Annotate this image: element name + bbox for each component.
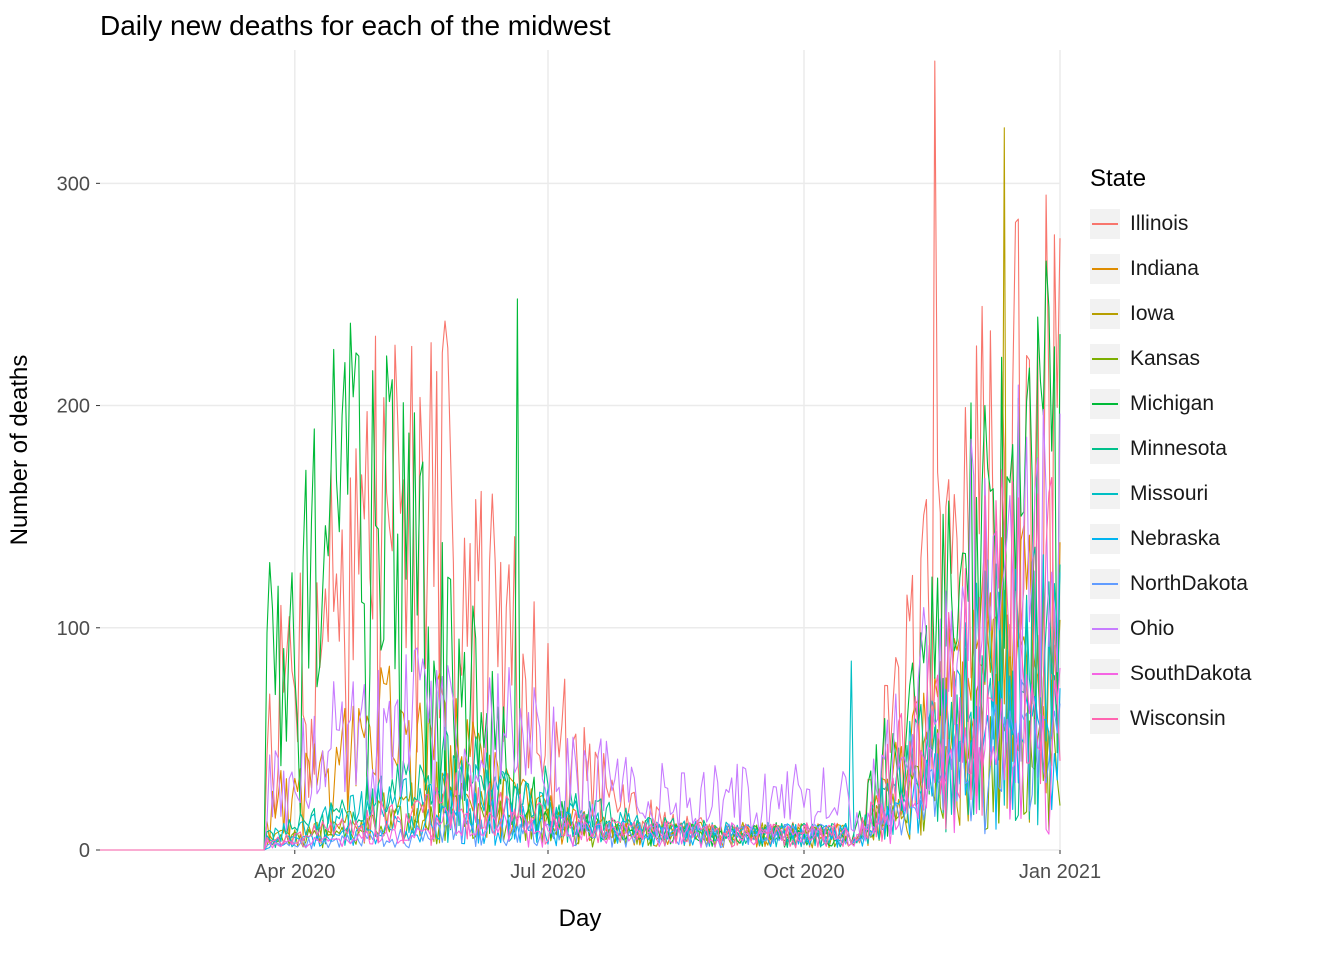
legend-key-icon — [1090, 344, 1120, 374]
legend-item-iowa: Iowa — [1090, 291, 1330, 336]
svg-text:200: 200 — [57, 396, 90, 418]
line-series-group — [100, 61, 1060, 850]
legend-label: Ohio — [1130, 617, 1174, 641]
legend-item-kansas: Kansas — [1090, 336, 1330, 381]
legend-title: State — [1090, 165, 1330, 193]
legend-key-icon — [1090, 524, 1120, 554]
legend-item-minnesota: Minnesota — [1090, 426, 1330, 471]
legend-label: Iowa — [1130, 302, 1174, 326]
series-illinois — [100, 61, 1060, 850]
legend-label: Nebraska — [1130, 527, 1220, 551]
svg-text:100: 100 — [57, 618, 90, 640]
legend-label: Kansas — [1130, 347, 1200, 371]
legend-key-icon — [1090, 254, 1120, 284]
x-axis-ticks: Apr 2020 Jul 2020 Oct 2020 Jan 2021 — [254, 850, 1101, 883]
legend-label: Minnesota — [1130, 437, 1227, 461]
legend-label: Indiana — [1130, 257, 1199, 281]
series-ohio — [100, 385, 1060, 850]
legend-item-missouri: Missouri — [1090, 471, 1330, 516]
legend-key-icon — [1090, 434, 1120, 464]
legend-items: Illinois Indiana Iowa Kansas Michigan Minneso… — [1090, 201, 1330, 741]
x-axis-label: Day — [559, 905, 602, 933]
plot-panel: 0100200300 Apr 2020Jul 2020Oct 2020Jan 2… — [100, 50, 1060, 850]
chart-container: Daily new deaths for each of the midwest… — [0, 0, 1344, 960]
series-iowa — [100, 128, 1060, 850]
legend-label: Missouri — [1130, 482, 1208, 506]
legend-key-icon — [1090, 704, 1120, 734]
legend-item-indiana: Indiana — [1090, 246, 1330, 291]
legend-label: Wisconsin — [1130, 707, 1226, 731]
legend-item-southdakota: SouthDakota — [1090, 651, 1330, 696]
gridlines — [100, 50, 1060, 850]
legend-label: Illinois — [1130, 212, 1188, 236]
svg-text:0: 0 — [79, 840, 90, 862]
legend-label: SouthDakota — [1130, 662, 1251, 686]
legend-item-nebraska: Nebraska — [1090, 516, 1330, 561]
legend: State Illinois Indiana Iowa Kansas Michigan M… — [1090, 165, 1330, 741]
legend-label: NorthDakota — [1130, 572, 1248, 596]
svg-text:Apr 2020: Apr 2020 — [254, 861, 335, 883]
legend-item-northdakota: NorthDakota — [1090, 561, 1330, 606]
chart-title: Daily new deaths for each of the midwest — [100, 10, 610, 42]
y-axis-ticks: 0 100 200 300 — [57, 173, 100, 862]
legend-item-ohio: Ohio — [1090, 606, 1330, 651]
svg-text:Jan 2021: Jan 2021 — [1019, 861, 1101, 883]
legend-key-icon — [1090, 299, 1120, 329]
plot-svg: 0100200300 Apr 2020Jul 2020Oct 2020Jan 2… — [100, 50, 1060, 850]
svg-text:300: 300 — [57, 173, 90, 195]
legend-key-icon — [1090, 209, 1120, 239]
legend-item-michigan: Michigan — [1090, 381, 1330, 426]
y-axis-label: Number of deaths — [6, 355, 34, 546]
svg-text:Jul 2020: Jul 2020 — [510, 861, 586, 883]
legend-key-icon — [1090, 569, 1120, 599]
legend-key-icon — [1090, 659, 1120, 689]
legend-key-icon — [1090, 614, 1120, 644]
legend-item-wisconsin: Wisconsin — [1090, 696, 1330, 741]
legend-key-icon — [1090, 389, 1120, 419]
series-indiana — [100, 526, 1060, 850]
legend-label: Michigan — [1130, 392, 1214, 416]
legend-item-illinois: Illinois — [1090, 201, 1330, 246]
legend-key-icon — [1090, 479, 1120, 509]
svg-text:Oct 2020: Oct 2020 — [763, 861, 844, 883]
